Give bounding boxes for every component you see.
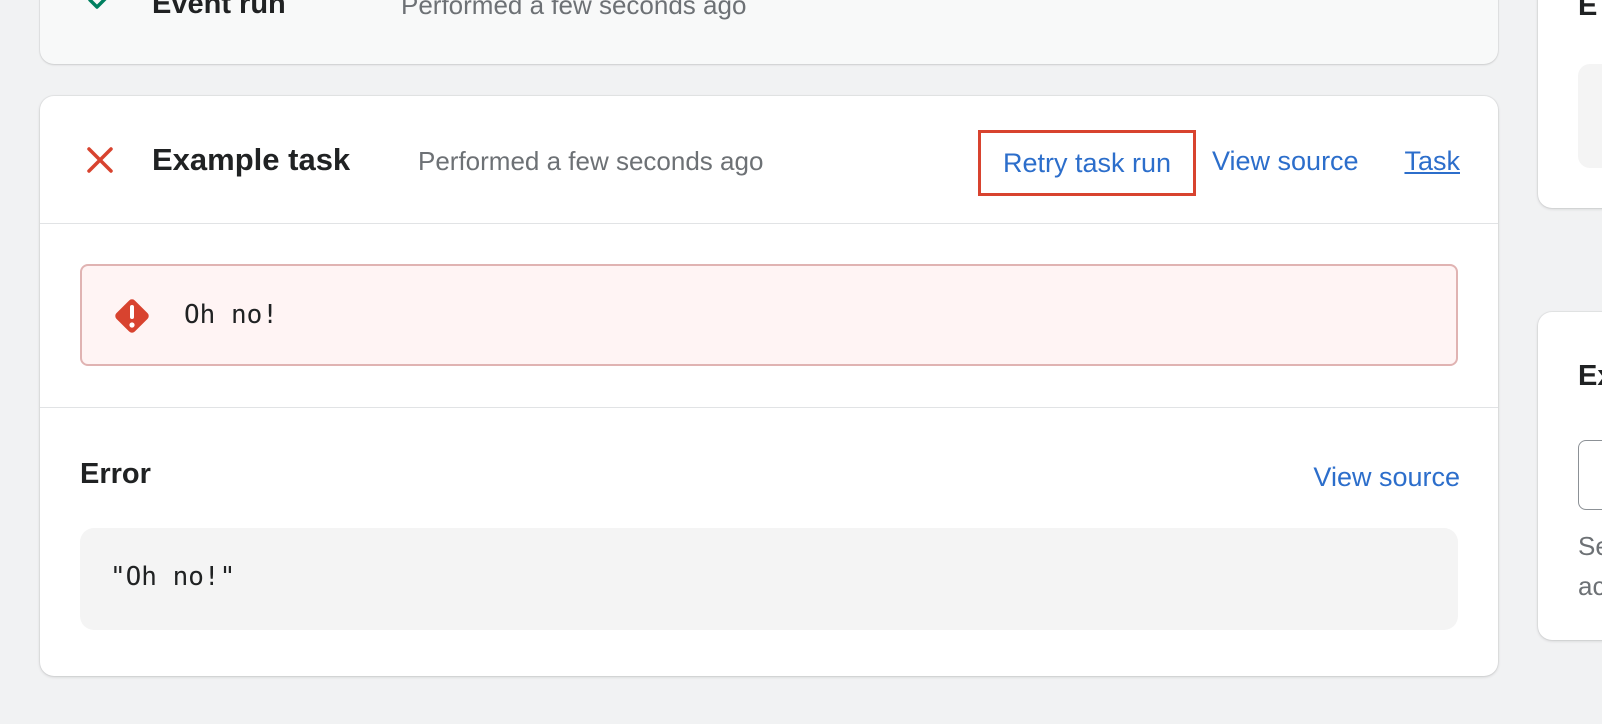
checkmark-icon [88, 0, 107, 9]
failed-x-icon [87, 147, 113, 173]
event-run-card: Event run Performed a few seconds ago [40, 0, 1498, 64]
retry-task-run-button[interactable]: Retry task run [978, 130, 1196, 196]
side-card-top-content [1578, 64, 1602, 168]
side-card-bottom-title: Ex [1578, 360, 1602, 392]
event-run-title: Event run [152, 0, 286, 20]
side-card-top: E [1538, 0, 1602, 208]
error-banner-message: Oh no! [184, 300, 278, 330]
task-run-card: Example task Performed a few seconds ago… [40, 96, 1498, 676]
side-card-bottom: Ex Se ac [1538, 312, 1602, 640]
page: Event run Performed a few seconds ago Ex… [0, 0, 1602, 724]
error-detail-section: Error View source "Oh no!" [40, 408, 1498, 676]
side-input-field[interactable] [1578, 440, 1602, 510]
critical-diamond-icon [115, 299, 149, 333]
view-source-link[interactable]: View source [1212, 146, 1359, 177]
task-time: Performed a few seconds ago [418, 146, 764, 176]
side-help-text: Se ac [1578, 526, 1602, 606]
event-run-time: Performed a few seconds ago [401, 0, 747, 20]
error-code-block: "Oh no!" [80, 528, 1458, 630]
error-banner: Oh no! [80, 264, 1458, 366]
task-header: Example task Performed a few seconds ago… [40, 96, 1498, 224]
error-banner-section: Oh no! [40, 224, 1498, 408]
error-view-source-link[interactable]: View source [1313, 462, 1460, 493]
error-detail-title: Error [80, 458, 151, 490]
side-card-top-title: E [1578, 0, 1598, 22]
task-title: Example task [152, 142, 351, 177]
error-code-text: "Oh no!" [110, 562, 236, 592]
side-help-line-1: Se [1578, 531, 1602, 561]
side-help-line-2: ac [1578, 571, 1602, 601]
task-link[interactable]: Task [1404, 146, 1460, 177]
